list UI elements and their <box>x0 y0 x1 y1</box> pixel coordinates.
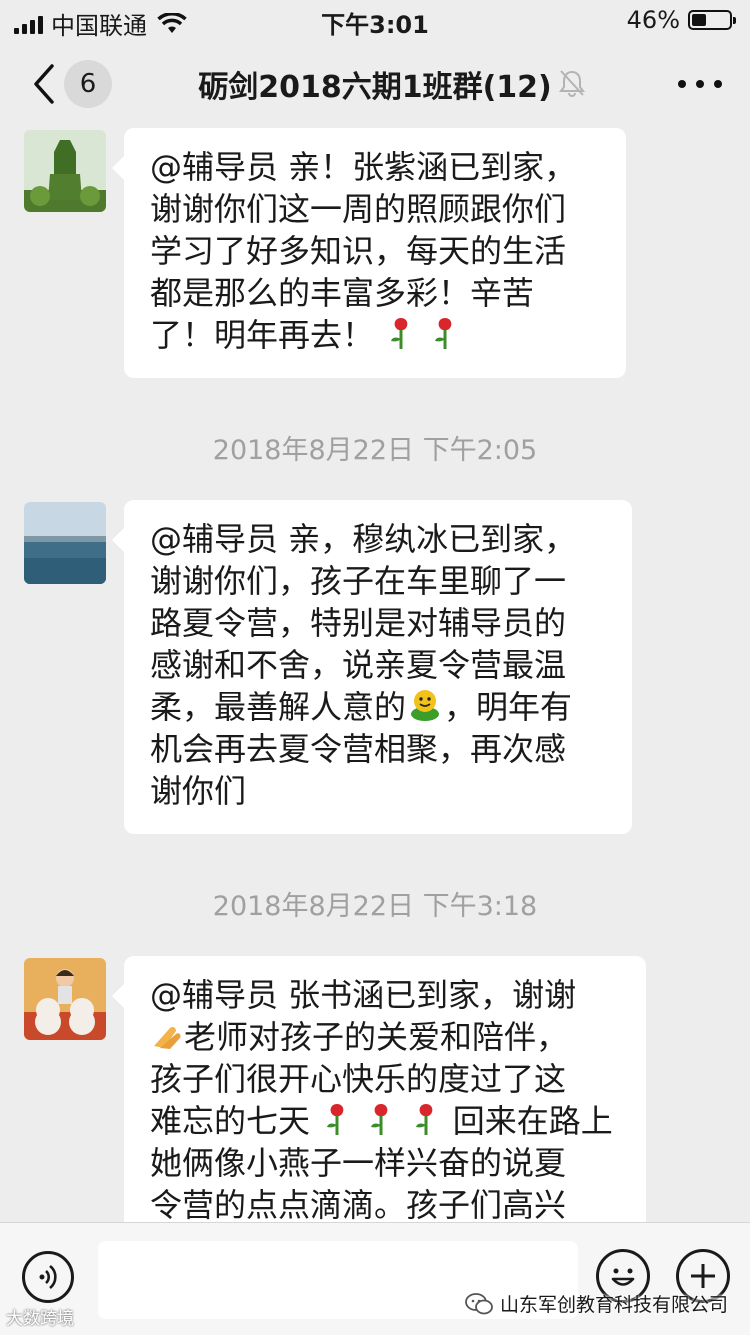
voice-icon <box>39 1264 57 1290</box>
watermark-left: 大数跨境 <box>6 1309 74 1329</box>
message-line: 路夏令营，特别是对辅导员的 <box>150 604 567 642</box>
status-bar: 中国联通 下午3:01 46% <box>0 0 750 40</box>
message-line: 感谢和不舍，说亲夏令营最温 <box>150 646 567 684</box>
rose-icon <box>371 1104 388 1135</box>
message-line: 难忘的七天 回来在路上 <box>150 1100 622 1142</box>
message-timestamp: 2018年8月22日 下午3:18 <box>212 891 538 922</box>
message-line: 柔，最善解人意的 ，明年有 <box>150 686 608 728</box>
rose-icon <box>435 318 452 349</box>
message-bubble[interactable]: @辅导员 张书涵已到家，谢谢 老师对孩子的关爱和陪伴， 孩子们很开心快乐的度过了… <box>112 956 646 1222</box>
message-line: 谢你们 <box>150 772 247 810</box>
status-right: 46% <box>626 6 736 34</box>
lake-photo-avatar[interactable] <box>24 502 106 584</box>
message-text: 柔，最善解人意的 <box>150 688 407 726</box>
message-line: 机会再去夏令营相聚，再次感 <box>150 730 567 768</box>
message-line: @辅导员 亲，穆纨冰已到家， <box>150 520 577 558</box>
watermark-right: 山东军创教育科技有限公司 <box>464 1290 728 1317</box>
unread-count-badge[interactable]: 6 <box>64 60 112 108</box>
chat-list[interactable]: @辅导员 亲！张紫涵已到家， 谢谢你们这一周的照顾跟你们 学习了好多知识，每天的… <box>0 128 750 1222</box>
message-line: 孩子们很开心快乐的度过了这 <box>150 1060 567 1098</box>
message-line: @辅导员 张书涵已到家，谢谢 <box>150 976 577 1014</box>
message-text: ，明年有 <box>444 688 573 726</box>
message-line: 都是那么的丰富多彩！辛苦 <box>150 274 535 312</box>
message-line: 学习了好多知识，每天的生活 <box>150 232 567 270</box>
message-line: 老师对孩子的关爱和陪伴， <box>150 1016 622 1058</box>
folded-hands-icon <box>154 1027 181 1049</box>
battery-icon <box>688 10 736 30</box>
voice-input-button[interactable] <box>22 1251 74 1303</box>
child-teddy-avatar[interactable] <box>24 958 106 1040</box>
chat-title: 砺剑2018六期1班群(12) <box>198 70 552 105</box>
message-line: 令营的点点滴滴。孩子们高兴 <box>150 1186 567 1222</box>
garden-photo-avatar[interactable] <box>24 130 106 212</box>
nav-bar: 6 砺剑2018六期1班群(12) <box>0 40 750 128</box>
mute-bell-icon <box>559 70 585 97</box>
message-text: 难忘的七天 <box>150 1102 311 1140</box>
message-line: 了！明年再去！ <box>150 314 602 356</box>
wechat-logo-icon <box>465 1292 493 1314</box>
battery-fill <box>692 14 707 26</box>
rose-icon <box>391 318 408 349</box>
rose-icon <box>327 1104 344 1135</box>
more-options-button[interactable] <box>678 76 722 92</box>
message-line: 谢谢你们，孩子在车里聊了一 <box>150 562 567 600</box>
message-timestamp: 2018年8月22日 下午2:05 <box>212 435 538 466</box>
watermark-company: 山东军创教育科技有限公司 <box>499 1294 728 1316</box>
message-text: 老师对孩子的关爱和陪伴， <box>184 1018 569 1056</box>
back-chevron-icon[interactable] <box>24 60 64 108</box>
message-bubble[interactable]: @辅导员 亲，穆纨冰已到家， 谢谢你们，孩子在车里聊了一 路夏令营，特别是对辅导… <box>112 500 632 834</box>
rose-icon <box>415 1104 432 1135</box>
message-line: 谢谢你们这一周的照顾跟你们 <box>150 190 567 228</box>
green-smiley-icon <box>411 690 440 721</box>
battery-percent: 46% <box>626 6 680 34</box>
message-text: 回来在路上 <box>452 1102 613 1140</box>
message-text: 了！明年再去！ <box>150 316 375 354</box>
message-line: @辅导员 亲！张紫涵已到家， <box>150 148 577 186</box>
message-bubble[interactable]: @辅导员 亲！张紫涵已到家， 谢谢你们这一周的照顾跟你们 学习了好多知识，每天的… <box>112 128 626 378</box>
message-line: 她俩像小燕子一样兴奋的说夏 <box>150 1144 567 1182</box>
input-bar: 大数跨境 山东军创教育科技有限公司 <box>0 1222 750 1335</box>
